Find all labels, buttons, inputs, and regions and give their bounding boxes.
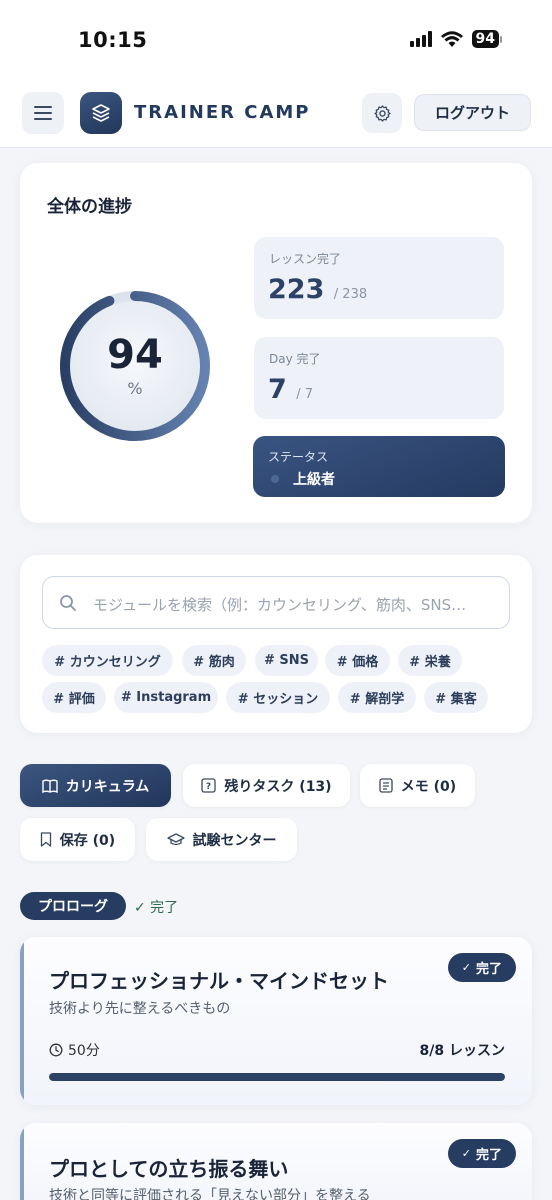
status-box: ステータス 上級者 xyxy=(253,436,505,497)
tab-saved[interactable]: 保存 (0) xyxy=(20,818,135,861)
module-progress-fill xyxy=(49,1073,505,1081)
status-bar: 10:15 94 xyxy=(0,0,552,80)
progress-percent-unit: % xyxy=(127,379,143,398)
tab-remaining-tasks[interactable]: ? 残りタスク (13) xyxy=(183,764,350,807)
search-icon xyxy=(60,595,76,611)
module-complete-label: 完了 xyxy=(475,1148,502,1163)
module-card[interactable]: プロとしての立ち振る舞い 技術と同等に評価される「見えない部分」を整える ✓ 完… xyxy=(20,1123,532,1200)
module-lesson-count: 8/8 レッスン xyxy=(419,1043,505,1059)
tag-instagram[interactable]: # Instagram xyxy=(114,682,218,713)
tag-sns[interactable]: # SNS xyxy=(255,645,318,676)
module-title: プロとしての立ち振る舞い xyxy=(49,1157,289,1181)
settings-button[interactable] xyxy=(362,93,402,133)
tab-exam-center-label: 試験センター xyxy=(192,832,277,849)
module-subtitle: 技術より先に整えるべきもの xyxy=(49,1001,231,1017)
tag-muscle[interactable]: # 筋肉 xyxy=(182,645,246,676)
lessons-complete-label: レッスン完了 xyxy=(269,252,342,266)
tag-nutrition[interactable]: # 栄養 xyxy=(398,645,462,676)
tab-exam-center[interactable]: 試験センター xyxy=(146,818,297,861)
search-input[interactable]: モジュールを検索（例：カウンセリング、筋肉、SNS… xyxy=(42,576,510,629)
battery-level: 94 xyxy=(471,30,499,48)
logout-button[interactable]: ログアウト xyxy=(414,94,531,131)
lessons-complete-value: 223 xyxy=(268,274,325,305)
status-value: 上級者 xyxy=(293,472,335,488)
app-header: TRAINER CAMP ログアウト xyxy=(0,80,552,148)
check-icon: ✓ xyxy=(461,1147,471,1160)
module-complete-badge: ✓ 完了 xyxy=(447,953,516,982)
section-label: プロローグ xyxy=(20,892,126,920)
gear-icon xyxy=(373,104,391,122)
progress-percent: 94 xyxy=(107,332,163,378)
module-duration-value: 50分 xyxy=(68,1043,100,1059)
days-complete-value-wrap: 7 / 7 xyxy=(268,374,313,405)
bookmark-icon xyxy=(40,832,51,847)
hamburger-icon xyxy=(34,106,52,120)
search-placeholder: モジュールを検索（例：カウンセリング、筋肉、SNS… xyxy=(93,596,467,614)
clock-icon xyxy=(49,1043,63,1057)
svg-text:?: ? xyxy=(206,782,211,792)
tab-memo-label: メモ (0) xyxy=(400,778,457,795)
days-complete-label: Day 完了 xyxy=(269,352,321,366)
brand-name: TRAINER CAMP xyxy=(134,102,311,123)
module-card[interactable]: プロフェッショナル・マインドセット 技術より先に整えるべきもの ✓ 完了 50分… xyxy=(20,937,532,1105)
battery-icon: 94 xyxy=(471,30,502,48)
module-title: プロフェッショナル・マインドセット xyxy=(49,969,389,993)
lessons-complete-stat: レッスン完了 223 / 238 xyxy=(254,237,504,319)
signal-icon xyxy=(409,31,432,47)
tab-curriculum-label: カリキュラム xyxy=(65,778,150,795)
tag-counseling[interactable]: # カウンセリング xyxy=(42,645,173,676)
module-subtitle: 技術と同等に評価される「見えない部分」を整える xyxy=(49,1188,371,1200)
lessons-total: / 238 xyxy=(333,287,368,302)
wifi-icon xyxy=(440,31,463,47)
status-dot xyxy=(271,475,279,483)
status-time: 10:15 xyxy=(78,28,148,52)
app-logo[interactable] xyxy=(80,92,122,134)
status-label: ステータス xyxy=(268,450,329,464)
progress-title: 全体の進捗 xyxy=(47,197,132,217)
question-icon: ? xyxy=(201,778,217,793)
tab-memo[interactable]: メモ (0) xyxy=(360,764,475,807)
module-progress-track xyxy=(49,1073,505,1081)
book-icon xyxy=(42,779,58,793)
menu-button[interactable] xyxy=(22,92,64,134)
tag-session[interactable]: # セッション xyxy=(226,682,330,713)
days-total: / 7 xyxy=(296,387,313,402)
tag-marketing[interactable]: # 集客 xyxy=(424,682,488,713)
module-complete-badge: ✓ 完了 xyxy=(447,1139,516,1168)
tab-saved-label: 保存 (0) xyxy=(59,832,116,849)
check-icon: ✓ xyxy=(461,961,471,974)
lessons-complete-value-wrap: 223 / 238 xyxy=(268,274,367,305)
tab-remaining-tasks-label: 残りタスク (13) xyxy=(224,778,332,795)
days-complete-value: 7 xyxy=(268,374,287,405)
search-card: モジュールを検索（例：カウンセリング、筋肉、SNS… # カウンセリング # 筋… xyxy=(20,555,532,733)
section-complete: ✓ 完了 xyxy=(134,900,179,916)
tag-evaluation[interactable]: # 評価 xyxy=(42,682,106,713)
days-complete-stat: Day 完了 7 / 7 xyxy=(254,337,504,419)
tag-anatomy[interactable]: # 解剖学 xyxy=(338,682,416,713)
tag-price[interactable]: # 価格 xyxy=(325,645,390,676)
overall-progress-card: 全体の進捗 94 % レッスン完了 223 / 238 Day 完了 7 / 7 xyxy=(20,163,532,523)
module-duration: 50分 xyxy=(49,1040,100,1060)
tab-curriculum[interactable]: カリキュラム xyxy=(20,764,171,807)
status-icons: 94 xyxy=(409,30,502,48)
layers-icon xyxy=(92,104,110,122)
module-complete-label: 完了 xyxy=(475,962,502,977)
graduation-icon xyxy=(166,832,185,845)
memo-icon xyxy=(379,778,393,793)
